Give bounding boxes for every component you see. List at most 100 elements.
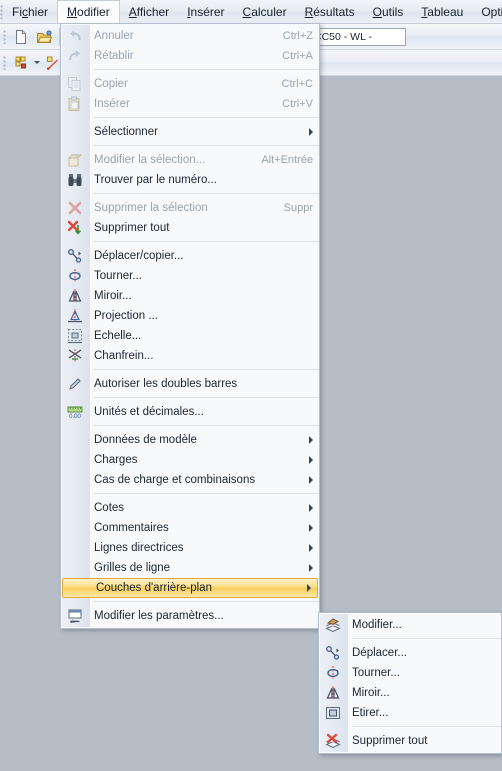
- menu-item-unites-et-decimales[interactable]: 0.00 Unités et décimales...: [61, 402, 319, 422]
- menu-item-no-icon: [61, 470, 88, 490]
- menu-item-retablir: Rétablir Ctrl+A: [61, 46, 319, 66]
- menubar-item-afficher[interactable]: Afficher: [120, 0, 178, 23]
- menu-item-shortcut: Ctrl+V: [282, 98, 313, 110]
- open-folder-icon[interactable]: [33, 26, 54, 47]
- menubar-item-tableau[interactable]: Tableau: [412, 0, 472, 23]
- redo-icon: [61, 46, 88, 66]
- menu-separator: [94, 369, 319, 371]
- menu-item-miroir[interactable]: Miroir...: [61, 286, 319, 306]
- toolbar2-grip[interactable]: [0, 55, 9, 70]
- menu-item-label: Miroir...: [352, 687, 390, 699]
- menu-item-label: Charges: [94, 454, 138, 466]
- menu-item-label: Insérer: [94, 98, 130, 110]
- scale-icon: [61, 326, 88, 346]
- menu-item-grilles-de-ligne[interactable]: Grilles de ligne: [61, 558, 319, 578]
- menu-item-commentaires[interactable]: Commentaires: [61, 518, 319, 538]
- menu-item-cotes[interactable]: Cotes: [61, 498, 319, 518]
- menubar-item-fichier[interactable]: Fichier: [3, 0, 57, 23]
- menu-item-tourner[interactable]: Tourner...: [319, 663, 501, 683]
- submenu-arrow-icon: [301, 456, 313, 464]
- menu-item-label: Lignes directrices: [94, 542, 184, 554]
- menu-item-label: Modifier...: [352, 619, 402, 631]
- menu-item-annuler: Annuler Ctrl+Z: [61, 26, 319, 46]
- menubar-item-outils[interactable]: Outils: [364, 0, 413, 23]
- rotate-icon: [319, 663, 346, 683]
- menu-item-etirer[interactable]: Étirer...: [319, 703, 501, 723]
- menu-separator: [94, 241, 319, 243]
- menubar-item-label: Fichier: [12, 4, 49, 19]
- menubar-item-calculer[interactable]: Calculer: [234, 0, 296, 23]
- menu-item-chanfrein[interactable]: Chanfrein...: [61, 346, 319, 366]
- menubar-item-rsultats[interactable]: Résultats: [296, 0, 364, 23]
- submenu-arrow-icon: [301, 436, 313, 444]
- menu-item-deplacer[interactable]: Déplacer...: [319, 643, 501, 663]
- menu-separator: [94, 193, 319, 195]
- menu-item-label: Miroir...: [94, 290, 132, 302]
- menu-item-label: Tourner...: [352, 667, 400, 679]
- menu-item-supprimer-tout[interactable]: Supprimer tout: [319, 731, 501, 751]
- menubar-item-options[interactable]: Options: [472, 0, 502, 23]
- menu-item-projection[interactable]: Projection ...: [61, 306, 319, 326]
- new-document-icon[interactable]: [10, 26, 31, 47]
- menu-item-label: Déplacer/copier...: [94, 250, 184, 262]
- menu-item-modifier-les-parametres[interactable]: ab= Modifier les paramètres...: [61, 606, 319, 626]
- menu-item-tourner[interactable]: Tourner...: [61, 266, 319, 286]
- menu-item-miroir[interactable]: Miroir...: [319, 683, 501, 703]
- load-case-combo[interactable]: CC50 - WL -: [310, 27, 406, 46]
- modifier-menu-popup: Annuler Ctrl+Z Rétablir Ctrl+A Copier Ctrl+C I…: [60, 23, 320, 629]
- menu-separator: [352, 726, 501, 728]
- layers-edit-icon: [319, 615, 346, 635]
- menu-item-supprimer-tout[interactable]: Supprimer tout: [61, 218, 319, 238]
- undo-icon: [61, 26, 88, 46]
- menu-item-no-icon: [61, 430, 88, 450]
- edit-selection-icon: [61, 150, 88, 170]
- menu-item-echelle[interactable]: Échelle...: [61, 326, 319, 346]
- application-window: Fichier Modifier Afficher Insérer Calculer Ré…: [0, 0, 502, 771]
- menu-item-trouver-par-le-numero[interactable]: Trouver par le numéro...: [61, 170, 319, 190]
- menu-item-donnees-de-modele[interactable]: Données de modèle: [61, 430, 319, 450]
- node-icon[interactable]: [10, 52, 31, 73]
- menubar-item-label: Options: [481, 4, 502, 19]
- node-dropdown-caret[interactable]: [32, 53, 41, 73]
- menu-separator: [352, 638, 501, 640]
- menu-item-label: Étirer...: [352, 707, 389, 719]
- menu-separator: [94, 145, 319, 147]
- menu-item-label: Cas de charge et combinaisons: [94, 474, 256, 486]
- stretch-icon: [319, 703, 346, 723]
- menubar-item-insrer[interactable]: Insérer: [178, 0, 233, 23]
- mirror-icon: [61, 286, 88, 306]
- menu-item-autoriser-les-doubles-barres[interactable]: Autoriser les doubles barres: [61, 374, 319, 394]
- menu-item-couches-d-arriere-plan[interactable]: Couches d'arrière-plan: [62, 578, 318, 598]
- move-copy-icon: [319, 643, 346, 663]
- menu-item-label: Chanfrein...: [94, 350, 154, 362]
- menu-item-label: Copier: [94, 78, 128, 90]
- menu-item-charges[interactable]: Charges: [61, 450, 319, 470]
- submenu-arrow-icon: [301, 128, 313, 136]
- menu-item-label: Données de modèle: [94, 434, 197, 446]
- menu-item-label: Grilles de ligne: [94, 562, 171, 574]
- menubar-item-label: Modifier: [67, 5, 110, 19]
- toolbar1-grip[interactable]: [0, 29, 9, 44]
- menu-item-label: Commentaires: [94, 522, 169, 534]
- menu-item-shortcut: Alt+Entrée: [261, 154, 313, 166]
- menubar-item-label: Calculer: [242, 4, 287, 19]
- submenu-arrow-icon: [301, 524, 313, 532]
- menu-item-shortcut: Suppr: [283, 202, 313, 214]
- menu-item-no-icon: [61, 558, 88, 578]
- menu-item-no-icon: [61, 518, 88, 538]
- menu-item-no-icon: [61, 122, 88, 142]
- menu-item-cas-de-charge-et-combinaisons[interactable]: Cas de charge et combinaisons: [61, 470, 319, 490]
- menubar-item-label: Résultats: [304, 4, 355, 19]
- menu-item-label: Cotes: [94, 502, 125, 514]
- menu-item-shortcut: Ctrl+A: [282, 50, 313, 62]
- paste-icon: [61, 94, 88, 114]
- menu-item-label: Rétablir: [94, 50, 134, 62]
- menu-item-lignes-directrices[interactable]: Lignes directrices: [61, 538, 319, 558]
- menubar-item-label: Outils: [372, 4, 404, 19]
- menu-bar: Fichier Modifier Afficher Insérer Calculer Ré…: [0, 0, 502, 24]
- menu-item-selectionner[interactable]: Sélectionner: [61, 122, 319, 142]
- menu-separator: [94, 601, 319, 603]
- menubar-item-modifier[interactable]: Modifier: [57, 0, 120, 23]
- menu-item-modifier[interactable]: Modifier...: [319, 615, 501, 635]
- menu-item-deplacer-copier[interactable]: Déplacer/copier...: [61, 246, 319, 266]
